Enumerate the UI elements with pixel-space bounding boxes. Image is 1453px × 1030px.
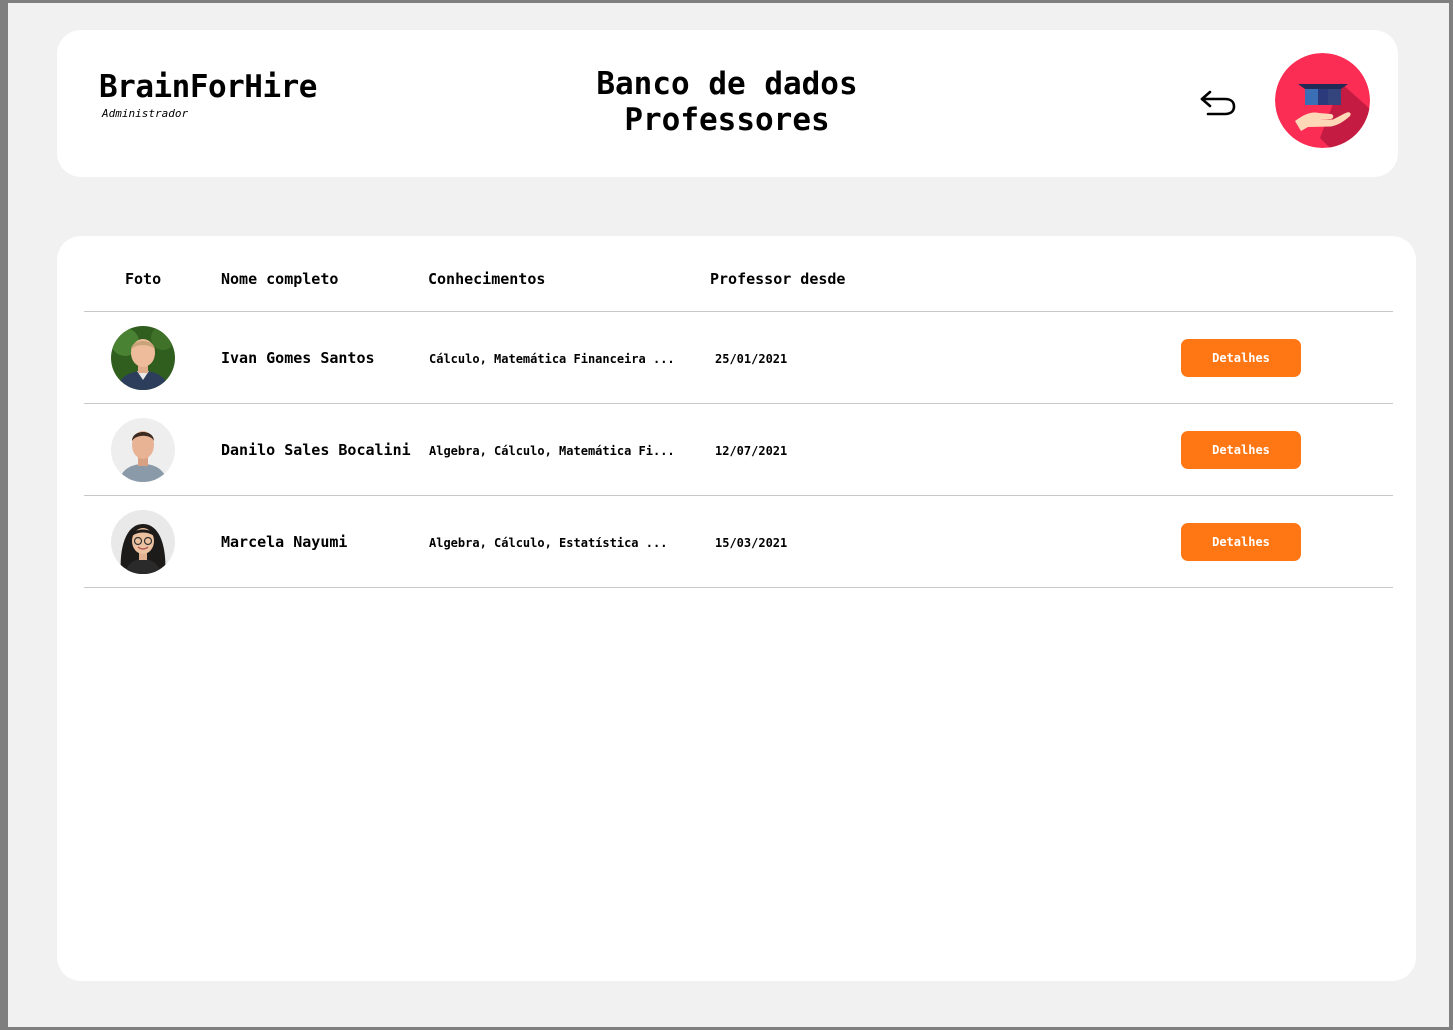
table-header: Foto Nome completo Conhecimentos Profess… [84,236,1393,312]
table-row: Ivan Gomes Santos Cálculo, Matemática Fi… [84,312,1393,404]
professor-since: 12/07/2021 [715,444,788,458]
back-arrow-icon[interactable] [1197,86,1239,118]
avatar [111,326,175,390]
page-title: Banco de dados Professores [527,66,927,138]
header: BrainForHire Administrador Banco de dado… [57,30,1398,177]
brand: BrainForHire Administrador [99,69,317,121]
professors-table: Foto Nome completo Conhecimentos Profess… [57,236,1416,981]
professor-since: 15/03/2021 [715,536,788,550]
details-button[interactable]: Detalhes [1181,523,1301,561]
professor-name: Danilo Sales Bocalini [221,441,411,459]
table-row: Marcela Nayumi Algebra, Cálculo, Estatís… [84,496,1393,588]
table-row: Danilo Sales Bocalini Algebra, Cálculo, … [84,404,1393,496]
professor-since: 25/01/2021 [715,352,788,366]
professor-skills: Algebra, Cálculo, Matemática Fi... [429,444,675,458]
professor-skills: Algebra, Cálculo, Estatística ... [429,536,668,550]
user-role: Administrador [102,107,189,120]
column-header-since: Professor desde [710,270,846,288]
page-title-line-2: Professores [624,102,830,138]
professor-skills: Cálculo, Matemática Financeira ... [429,352,675,366]
page-title-line-1: Banco de dados [596,66,858,102]
column-header-skills: Conhecimentos [428,270,546,288]
column-header-photo: Foto [125,270,162,288]
column-header-name: Nome completo [221,270,339,288]
avatar [111,510,175,574]
details-button[interactable]: Detalhes [1181,431,1301,469]
professor-name: Ivan Gomes Santos [221,349,375,367]
professor-name: Marcela Nayumi [221,533,348,551]
graduation-cap-hand-logo [1275,53,1370,148]
avatar [111,418,175,482]
page-canvas: BrainForHire Administrador Banco de dado… [8,3,1449,1027]
details-button[interactable]: Detalhes [1181,339,1301,377]
brand-name: BrainForHire [99,69,317,105]
